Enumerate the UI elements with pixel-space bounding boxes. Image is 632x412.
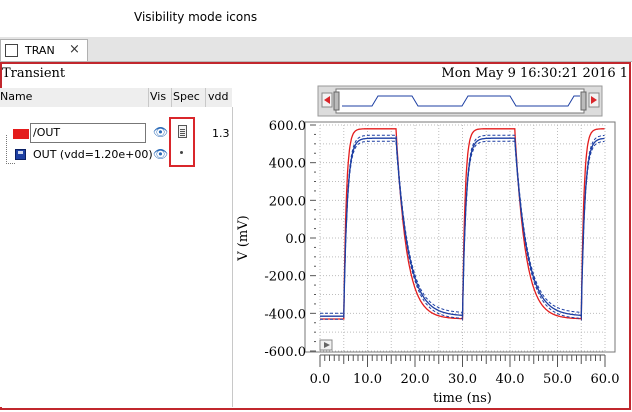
tab-tran[interactable]: TRAN ×	[0, 39, 88, 61]
x-tick-label: 50.0	[543, 372, 572, 387]
y-tick-label: -600.0	[264, 345, 306, 360]
signal-row[interactable]: OUT (vdd=1.20e+00) 👁	[0, 135, 232, 167]
tree-connector	[6, 135, 15, 164]
x-axis-label: time (ns)	[433, 391, 492, 406]
y-tick-label: 200.0	[269, 194, 306, 209]
overview-navigator	[317, 85, 603, 117]
signal-name: OUT (vdd=1.20e+00)	[33, 148, 153, 161]
y-tick-label: 600.0	[269, 119, 306, 134]
annotation-label: Visibility mode icons	[134, 10, 258, 24]
signal-name-field[interactable]: /OUT	[30, 123, 146, 143]
annotation-highlight-box	[169, 117, 195, 167]
panel-title: Transient	[2, 66, 66, 81]
column-divider[interactable]	[148, 88, 149, 107]
waveform-window-icon	[5, 44, 18, 57]
tab-close-icon[interactable]: ×	[69, 42, 80, 57]
x-tick-label: 10.0	[353, 372, 382, 387]
column-vis[interactable]: Vis	[150, 90, 166, 103]
vdd-value: 1.3	[212, 127, 230, 140]
panel-timestamp: Mon May 9 16:30:21 2016 1	[441, 66, 628, 81]
column-divider[interactable]	[171, 88, 172, 107]
waveform-plot[interactable]: 0.0 10.0 20.0 30.0 40.0 50.0 60.0 600.0 400.0 200…	[233, 82, 632, 408]
signal-list: /OUT 👁 1.3 OUT (vdd=1.20e+00) 👁	[0, 107, 233, 407]
x-tick-label: 60.0	[591, 372, 620, 387]
x-tick-label: 20.0	[401, 372, 430, 387]
y-tick-label: -200.0	[264, 270, 306, 285]
y-tick-label: -400.0	[264, 307, 306, 322]
navigator-right-handle	[580, 91, 587, 111]
saved-signal-icon	[15, 149, 26, 160]
x-tick-label: 40.0	[496, 372, 525, 387]
y-axis-label: V (mV)	[236, 215, 251, 261]
y-tick-label: 0.0	[285, 232, 306, 247]
navigator-left-handle	[333, 91, 340, 111]
x-tick-label: 30.0	[448, 372, 477, 387]
tab-label: TRAN	[25, 44, 55, 57]
y-tick-label: 400.0	[269, 157, 306, 172]
column-name[interactable]: Name	[0, 90, 32, 103]
x-tick-label: 0.0	[310, 372, 331, 387]
column-spec[interactable]: Spec	[173, 90, 200, 103]
signal-color-swatch[interactable]	[13, 129, 29, 139]
column-vdd[interactable]: vdd	[208, 90, 228, 103]
tab-bar: TRAN ×	[0, 37, 632, 62]
column-divider[interactable]	[205, 88, 206, 107]
signal-table-header: Name Vis Spec vdd	[0, 88, 232, 108]
eye-icon[interactable]: 👁	[153, 125, 168, 139]
eye-icon[interactable]: 👁	[153, 147, 168, 161]
signal-row[interactable]: /OUT 👁 1.3	[0, 123, 232, 144]
navigator-window	[335, 88, 585, 114]
